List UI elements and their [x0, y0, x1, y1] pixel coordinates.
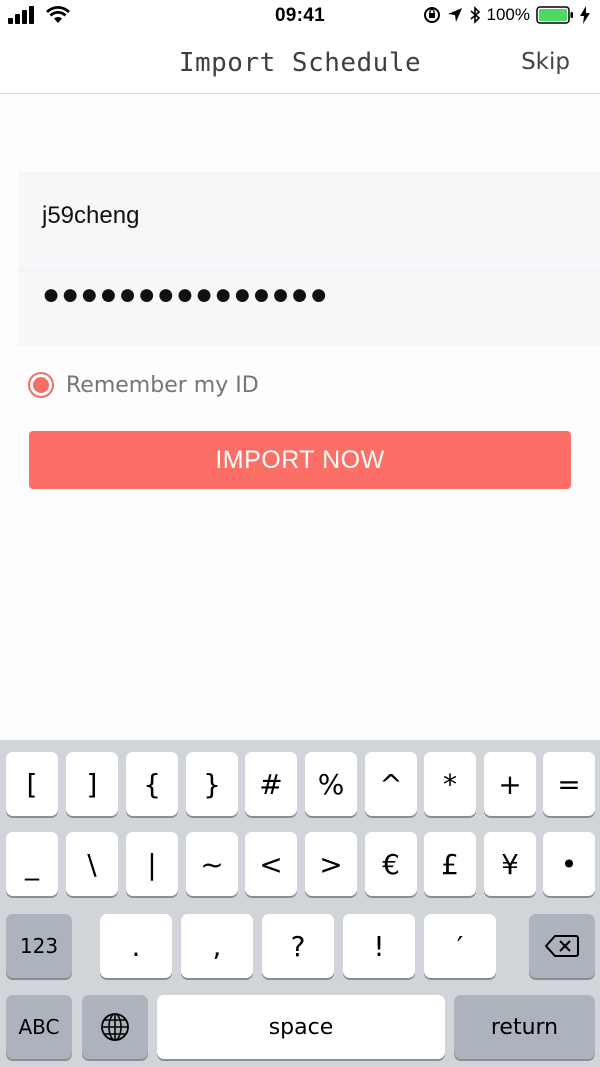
- key[interactable]: ¥: [484, 832, 536, 896]
- keyboard: [ ] { } # % ^ * + = _ \ | ~ < > € £ ¥ • …: [0, 740, 600, 1067]
- status-right: 100%: [423, 5, 590, 25]
- key[interactable]: }: [186, 752, 238, 816]
- key[interactable]: <: [245, 832, 297, 896]
- key[interactable]: !: [343, 914, 415, 978]
- bluetooth-icon: [469, 6, 480, 24]
- nav-bar: Import Schedule Skip: [0, 34, 600, 94]
- space-key[interactable]: space: [157, 995, 445, 1059]
- key[interactable]: ]: [66, 752, 118, 816]
- password-field[interactable]: ●●●●●●●●●●●●●●●: [42, 278, 329, 312]
- key[interactable]: ,: [181, 914, 253, 978]
- key[interactable]: \: [66, 832, 118, 896]
- page-title: Import Schedule: [178, 48, 422, 78]
- login-form: j59cheng ●●●●●●●●●●●●●●●: [18, 172, 600, 346]
- location-arrow-icon: [447, 8, 462, 22]
- key[interactable]: £: [424, 832, 476, 896]
- delete-key[interactable]: [529, 914, 595, 978]
- key[interactable]: %: [305, 752, 357, 816]
- abc-mode-key[interactable]: ABC: [6, 995, 72, 1059]
- key[interactable]: =: [543, 752, 595, 816]
- key[interactable]: {: [126, 752, 178, 816]
- key[interactable]: ^: [365, 752, 417, 816]
- globe-icon: [101, 1013, 129, 1041]
- import-now-button[interactable]: IMPORT NOW: [29, 431, 571, 489]
- charging-bolt-icon: [580, 6, 590, 24]
- remember-label: Remember my ID: [66, 372, 259, 398]
- battery-icon: [536, 6, 573, 24]
- field-divider: [18, 270, 600, 271]
- radio-selected-dot: [33, 377, 49, 393]
- battery-percent: 100%: [486, 5, 530, 24]
- key[interactable]: |: [126, 832, 178, 896]
- key[interactable]: *: [424, 752, 476, 816]
- backspace-icon: [545, 935, 579, 957]
- key[interactable]: #: [245, 752, 297, 816]
- remember-radio[interactable]: [28, 372, 54, 398]
- key[interactable]: >: [305, 832, 357, 896]
- numbers-mode-key[interactable]: 123: [6, 914, 72, 978]
- remember-id-option[interactable]: Remember my ID: [28, 372, 259, 398]
- key[interactable]: ?: [262, 914, 334, 978]
- username-field[interactable]: j59cheng: [42, 202, 139, 230]
- orientation-lock-icon: [423, 7, 440, 23]
- key[interactable]: ~: [186, 832, 238, 896]
- key[interactable]: [: [6, 752, 58, 816]
- key[interactable]: €: [365, 832, 417, 896]
- key[interactable]: _: [6, 832, 58, 896]
- key[interactable]: .: [100, 914, 172, 978]
- skip-button[interactable]: Skip: [521, 49, 570, 75]
- return-key[interactable]: return: [454, 995, 595, 1059]
- key[interactable]: ′: [424, 914, 496, 978]
- key[interactable]: •: [543, 832, 595, 896]
- status-bar: 09:41 100%: [0, 0, 600, 34]
- globe-key[interactable]: [82, 995, 148, 1059]
- key[interactable]: +: [484, 752, 536, 816]
